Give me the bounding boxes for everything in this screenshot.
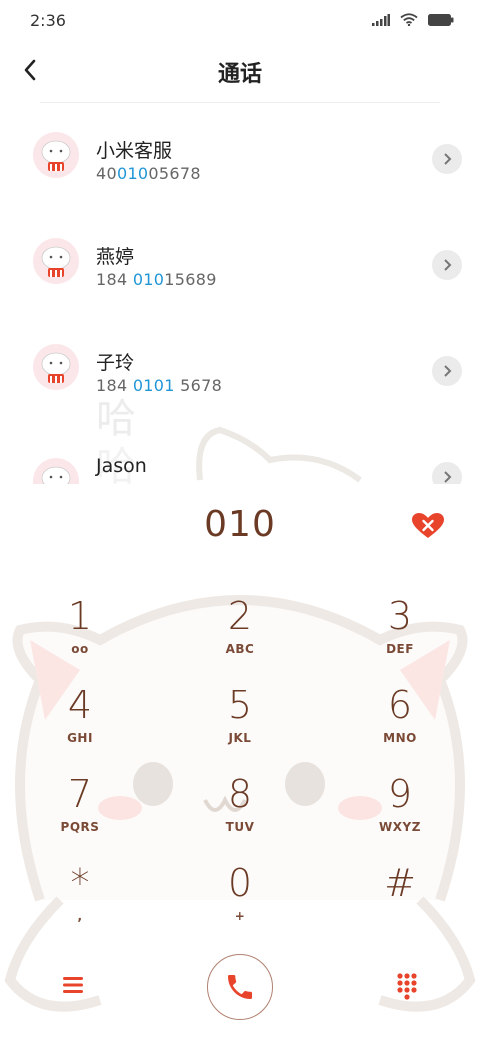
signal-icon xyxy=(372,13,390,26)
avatar xyxy=(33,132,79,178)
key-digit: # xyxy=(384,861,416,905)
contact-name: 燕婷 xyxy=(96,246,135,268)
chevron-right-icon xyxy=(444,153,452,165)
status-time: 2:36 xyxy=(30,11,66,30)
key-letters: GHI xyxy=(67,731,93,745)
key-digit: 6 xyxy=(387,683,413,727)
chevron-right-icon xyxy=(444,365,452,377)
dial-input[interactable]: 010 xyxy=(0,504,480,545)
key-9[interactable]: 9 WXYZ xyxy=(350,772,450,852)
contact-detail-button[interactable] xyxy=(432,356,462,386)
cat-avatar-icon xyxy=(41,246,71,277)
key-8[interactable]: 8 TUV xyxy=(190,772,290,852)
key-letters: JKL xyxy=(228,731,252,745)
delete-heart-icon xyxy=(412,513,444,538)
list-item[interactable]: 子玲 184 0101 5678 xyxy=(0,316,480,422)
contact-list: 小米客服 4001005678 燕婷 184 01015689 子玲 184 0… xyxy=(0,104,480,484)
key-letters: ABC xyxy=(225,642,255,656)
voicemail-icon: oo xyxy=(71,642,89,656)
cat-avatar-icon xyxy=(41,466,71,484)
key-letters: TUV xyxy=(225,820,255,834)
key-digit: * xyxy=(70,861,90,905)
list-item[interactable]: 小米客服 4001005678 xyxy=(0,104,480,210)
key-digit: 8 xyxy=(227,772,253,816)
contact-name: Jason xyxy=(96,455,147,477)
header-divider xyxy=(40,102,440,103)
avatar xyxy=(33,458,79,484)
key-star[interactable]: *, xyxy=(30,861,130,941)
avatar xyxy=(33,238,79,284)
contact-name: 小米客服 xyxy=(96,140,173,162)
dialpad-icon xyxy=(397,973,417,1000)
cat-avatar-icon xyxy=(41,140,71,171)
key-5[interactable]: 5 JKL xyxy=(190,683,290,763)
key-1[interactable]: 1 oo xyxy=(30,594,130,674)
key-7[interactable]: 7 PQRS xyxy=(30,772,130,852)
call-button[interactable] xyxy=(207,954,273,1020)
contact-number: 184 01015689 xyxy=(96,270,217,289)
avatar xyxy=(33,344,79,390)
menu-button[interactable] xyxy=(56,970,90,1000)
chevron-right-icon xyxy=(444,471,452,483)
phone-icon xyxy=(228,975,252,999)
key-digit: 5 xyxy=(227,683,253,727)
menu-icon xyxy=(63,977,83,993)
contact-detail-button[interactable] xyxy=(432,144,462,174)
key-digit: 1 xyxy=(67,594,93,638)
key-digit: 3 xyxy=(387,594,413,638)
dialpad-toggle-button[interactable] xyxy=(390,968,424,1002)
contact-detail-button[interactable] xyxy=(432,250,462,280)
contact-name: 子玲 xyxy=(96,352,135,374)
key-digit: 2 xyxy=(227,594,253,638)
key-4[interactable]: 4 GHI xyxy=(30,683,130,763)
cat-avatar-icon xyxy=(41,352,71,383)
key-digit: 4 xyxy=(67,683,93,727)
delete-button[interactable] xyxy=(410,512,446,540)
contact-detail-button[interactable] xyxy=(432,462,462,484)
key-letters: PQRS xyxy=(60,820,100,834)
list-item[interactable]: Jason xyxy=(0,422,480,484)
key-letters: DEF xyxy=(386,642,414,656)
page-title: 通话 xyxy=(217,62,262,87)
header: 通话 xyxy=(0,42,480,102)
key-letters: MNO xyxy=(383,731,417,745)
key-letters: WXYZ xyxy=(379,820,421,834)
key-2[interactable]: 2 ABC xyxy=(190,594,290,674)
chevron-right-icon xyxy=(444,259,452,271)
battery-icon xyxy=(428,13,454,26)
list-item[interactable]: 燕婷 184 01015689 xyxy=(0,210,480,316)
key-digit: 0 xyxy=(227,861,253,905)
key-letters: , xyxy=(77,909,83,923)
wifi-icon xyxy=(400,13,418,26)
key-hash[interactable]: # xyxy=(350,861,450,941)
status-bar: 2:36 xyxy=(0,0,480,42)
contact-number: 184 0101 5678 xyxy=(96,376,223,395)
key-3[interactable]: 3 DEF xyxy=(350,594,450,674)
key-digit: 7 xyxy=(67,772,93,816)
contact-number: 4001005678 xyxy=(96,164,201,183)
key-letters: + xyxy=(234,909,246,923)
key-6[interactable]: 6 MNO xyxy=(350,683,450,763)
key-0[interactable]: 0 + xyxy=(190,861,290,941)
key-digit: 9 xyxy=(387,772,413,816)
